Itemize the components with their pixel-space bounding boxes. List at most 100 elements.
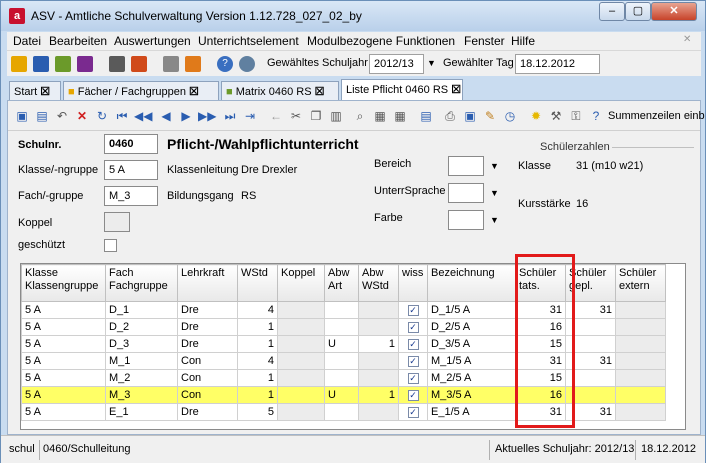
- table-cell-extern[interactable]: [615, 352, 666, 370]
- table-cell-klasse[interactable]: 5 A: [21, 335, 106, 353]
- back-icon[interactable]: ←: [268, 108, 284, 124]
- schulnr-field[interactable]: 0460: [104, 134, 158, 154]
- clock-icon[interactable]: ◷: [502, 108, 518, 124]
- table-cell-abw-wstd[interactable]: [358, 352, 399, 370]
- unterrsprache-select[interactable]: [448, 183, 484, 203]
- menu-hilfe[interactable]: Hilfe: [511, 34, 535, 48]
- refresh-icon[interactable]: ↻: [94, 108, 110, 124]
- menu-modulbezogene-funktionen[interactable]: Modulbezogene Funktionen: [307, 34, 455, 48]
- column-header[interactable]: Abw WStd: [358, 264, 399, 302]
- table-cell-lehrkraft[interactable]: Con: [177, 352, 238, 370]
- table-cell-extern[interactable]: [615, 301, 666, 319]
- table-cell-bez[interactable]: M_2/5 A: [427, 369, 516, 387]
- wiss-checkbox[interactable]: ✓: [407, 356, 419, 367]
- search-icon[interactable]: ⌕: [352, 108, 368, 124]
- table-cell-fach[interactable]: D_3: [105, 335, 178, 353]
- cut-icon[interactable]: ✂: [288, 108, 304, 124]
- menu-bearbeiten[interactable]: Bearbeiten: [49, 34, 107, 48]
- table-cell-abw-art[interactable]: [324, 352, 359, 370]
- table-cell-wstd[interactable]: 1: [237, 386, 278, 404]
- copy-icon[interactable]: ❐: [308, 108, 324, 124]
- tab-liste-pflicht[interactable]: Liste Pflicht 0460 RS ☒: [341, 79, 463, 100]
- table-cell-abw-wstd[interactable]: [358, 403, 399, 421]
- table-cell-koppel[interactable]: [277, 335, 325, 353]
- table-cell-koppel[interactable]: [277, 403, 325, 421]
- column-header[interactable]: Lehrkraft: [177, 264, 238, 302]
- column-header[interactable]: Schüler extern: [615, 264, 666, 302]
- column-header[interactable]: Bezeichnung: [427, 264, 516, 302]
- book-icon[interactable]: [131, 56, 147, 72]
- brush-icon[interactable]: ✎: [482, 108, 498, 124]
- next-icon[interactable]: ▶: [178, 108, 194, 124]
- table-cell-bez[interactable]: M_3/5 A: [427, 386, 516, 404]
- table-cell-fach[interactable]: M_1: [105, 352, 178, 370]
- help-icon[interactable]: ?: [217, 56, 233, 72]
- column-header[interactable]: Koppel: [277, 264, 325, 302]
- column-header[interactable]: Abw Art: [324, 264, 359, 302]
- last-record-icon[interactable]: ⏭: [222, 108, 238, 124]
- wiss-checkbox[interactable]: ✓: [407, 373, 419, 384]
- table-cell-lehrkraft[interactable]: Dre: [177, 318, 238, 336]
- table-cell-abw-wstd[interactable]: [358, 369, 399, 387]
- tools-icon[interactable]: ⚒: [548, 108, 564, 124]
- column-header[interactable]: wiss: [398, 264, 428, 302]
- table-cell-klasse[interactable]: 5 A: [21, 369, 106, 387]
- table-cell-extern[interactable]: [615, 386, 666, 404]
- table-cell-fach[interactable]: D_1: [105, 301, 178, 319]
- table-cell-wiss[interactable]: ✓: [398, 318, 428, 336]
- forward-icon[interactable]: ▶▶: [198, 108, 216, 124]
- table-cell-abw-art[interactable]: U: [324, 386, 359, 404]
- help-icon[interactable]: ?: [588, 108, 604, 124]
- table-cell-lehrkraft[interactable]: Dre: [177, 335, 238, 353]
- close-button[interactable]: ✕: [651, 2, 697, 21]
- bereich-select[interactable]: [448, 156, 484, 176]
- table-cell-lehrkraft[interactable]: Dre: [177, 403, 238, 421]
- table-cell-wiss[interactable]: ✓: [398, 403, 428, 421]
- view-icon[interactable]: ▦: [372, 108, 388, 124]
- print-icon[interactable]: [109, 56, 125, 72]
- table-cell-lehrkraft[interactable]: Con: [177, 369, 238, 387]
- table-cell-abw-wstd[interactable]: [358, 318, 399, 336]
- wiss-checkbox[interactable]: ✓: [407, 339, 419, 350]
- table-cell-koppel[interactable]: [277, 318, 325, 336]
- table-cell-bez[interactable]: D_3/5 A: [427, 335, 516, 353]
- table-cell-wstd[interactable]: 1: [237, 318, 278, 336]
- table-cell-wiss[interactable]: ✓: [398, 386, 428, 404]
- table-cell-wiss[interactable]: ✓: [398, 301, 428, 319]
- delete-icon[interactable]: ✕: [74, 108, 90, 124]
- undo-icon[interactable]: ↶: [54, 108, 70, 124]
- klasse-field[interactable]: 5 A: [104, 160, 158, 180]
- table-cell-koppel[interactable]: [277, 369, 325, 387]
- preview-icon[interactable]: ▣: [462, 108, 478, 124]
- table-cell-wstd[interactable]: 4: [237, 301, 278, 319]
- table-cell-koppel[interactable]: [277, 386, 325, 404]
- table-cell-bez[interactable]: E_1/5 A: [427, 403, 516, 421]
- table-cell-koppel[interactable]: [277, 352, 325, 370]
- export-icon[interactable]: ▤: [418, 108, 434, 124]
- table-cell-abw-art[interactable]: [324, 318, 359, 336]
- fach-field[interactable]: M_3: [104, 186, 158, 206]
- table-cell-wiss[interactable]: ✓: [398, 335, 428, 353]
- close-icon[interactable]: ✕: [683, 34, 691, 45]
- chevron-down-icon[interactable]: ▼: [490, 161, 499, 171]
- info-icon[interactable]: [239, 56, 255, 72]
- first-record-icon[interactable]: ⏮: [114, 108, 130, 124]
- table-cell-fach[interactable]: M_2: [105, 369, 178, 387]
- classes-icon[interactable]: [77, 56, 93, 72]
- table-cell-extern[interactable]: [615, 318, 666, 336]
- wiss-checkbox[interactable]: ✓: [407, 390, 419, 401]
- table-cell-klasse[interactable]: 5 A: [21, 301, 106, 319]
- close-icon[interactable]: ☒: [40, 86, 50, 98]
- wiss-checkbox[interactable]: ✓: [407, 407, 419, 418]
- table-cell-klasse[interactable]: 5 A: [21, 318, 106, 336]
- new-icon[interactable]: ▤: [34, 108, 50, 124]
- table-icon[interactable]: ▦: [392, 108, 408, 124]
- wiss-checkbox[interactable]: ✓: [407, 305, 419, 316]
- table-cell-abw-wstd[interactable]: 1: [358, 335, 399, 353]
- print-icon[interactable]: ⎙: [442, 108, 458, 124]
- column-header[interactable]: Klasse Klassengruppe: [21, 264, 106, 302]
- table-cell-bez[interactable]: M_1/5 A: [427, 352, 516, 370]
- table-cell-bez[interactable]: D_2/5 A: [427, 318, 516, 336]
- chevron-down-icon[interactable]: ▼: [490, 188, 499, 198]
- table-cell-fach[interactable]: M_3: [105, 386, 178, 404]
